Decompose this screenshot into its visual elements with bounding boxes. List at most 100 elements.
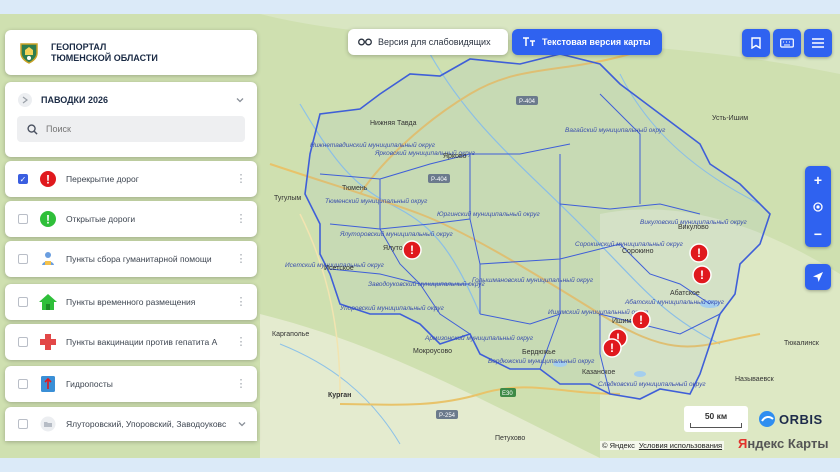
layer-item[interactable]: Пункты сбора гуманитарной помощи ⋮: [5, 241, 257, 277]
more-vertical-icon[interactable]: ⋮: [235, 296, 247, 308]
city-label: Тугулым: [274, 195, 301, 202]
layer-label: Перекрытие дорог: [66, 174, 139, 184]
district-label: Голышмановский муниципальный округ: [472, 276, 594, 284]
layer-label: Открытые дороги: [66, 214, 136, 224]
road-label: P-404: [519, 99, 536, 105]
more-vertical-icon[interactable]: ⋮: [235, 173, 247, 185]
chevron-down-icon[interactable]: [235, 95, 245, 105]
chevron-down-icon[interactable]: [237, 419, 247, 429]
layer-group-select[interactable]: ПАВОДКИ 2026: [17, 90, 245, 110]
more-vertical-icon[interactable]: ⋮: [235, 213, 247, 225]
layer-label: Пункты временного размещения: [66, 297, 196, 307]
glasses-icon: [358, 38, 372, 46]
layer-item[interactable]: Ялуторовский, Упоровский, Заводоуковс: [5, 407, 257, 441]
city-label: Петухово: [495, 435, 525, 442]
text-version-button[interactable]: Текстовая версия карты: [512, 29, 662, 55]
low-vision-button[interactable]: Версия для слабовидящих: [348, 29, 508, 55]
orbis-brand: ORBIS: [779, 411, 823, 427]
map-frame[interactable]: Нижнетавдинский муниципальный округ Ярко…: [0, 14, 840, 458]
orbis-mark-icon: [759, 411, 775, 427]
portal-title-line2: ТЮМЕНСКОЙ ОБЛАСТИ: [51, 52, 158, 63]
road-closure-marker[interactable]: !: [602, 338, 622, 358]
text-size-icon: [523, 37, 535, 46]
road-closure-marker[interactable]: !: [689, 243, 709, 263]
city-label: Сорокино: [622, 248, 654, 255]
district-label: Нижнетавдинский муниципальный округ: [310, 141, 436, 149]
book-icon: [751, 37, 761, 49]
layer-item[interactable]: Пункты временного размещения ⋮: [5, 284, 257, 320]
red-exclamation-icon: !: [38, 169, 58, 189]
city-label: Ишим: [612, 318, 632, 325]
navigate-button[interactable]: [805, 264, 831, 290]
locate-button[interactable]: [805, 193, 831, 220]
svg-text:!: !: [639, 313, 643, 327]
keyboard-button[interactable]: [773, 29, 801, 57]
layer-checkbox[interactable]: [18, 254, 28, 264]
menu-button[interactable]: [804, 29, 832, 57]
search-icon: [27, 123, 38, 135]
layer-checkbox[interactable]: [18, 379, 28, 389]
district-label: Сорокинский муниципальный округ: [575, 240, 684, 248]
svg-text:!: !: [700, 268, 704, 282]
menu-icon: [812, 38, 824, 48]
text-version-label: Текстовая версия карты: [542, 37, 651, 47]
city-label: Усть-Ишим: [712, 115, 748, 122]
layer-label: Ялуторовский, Упоровский, Заводоуковс: [66, 419, 227, 429]
portal-title-line1: ГЕОПОРТАЛ: [51, 41, 107, 52]
search-field[interactable]: [17, 116, 245, 142]
zoom-in-button[interactable]: +: [805, 166, 831, 193]
road-closure-marker[interactable]: !: [631, 310, 651, 330]
road-label: P-404: [431, 177, 448, 183]
district-label: Упоровский муниципальный округ: [339, 304, 445, 312]
keyboard-icon: [780, 38, 794, 48]
more-vertical-icon[interactable]: ⋮: [235, 253, 247, 265]
layer-label: Пункты сбора гуманитарной помощи: [66, 254, 212, 264]
city-label: Каргаполье: [272, 331, 309, 338]
district-label: Сладковский муниципальный округ: [598, 380, 706, 388]
yandex-logo-letter: Я: [738, 436, 748, 451]
district-label: Абатский муниципальный округ: [624, 298, 725, 306]
layer-item[interactable]: ✓ ! Перекрытие дорог ⋮: [5, 161, 257, 197]
layer-checkbox[interactable]: [18, 297, 28, 307]
more-vertical-icon[interactable]: ⋮: [235, 378, 247, 390]
scale-label: 50 км: [704, 411, 728, 421]
svg-text:!: !: [697, 246, 701, 260]
portal-header[interactable]: ГЕОПОРТАЛ ТЮМЕНСКОЙ ОБЛАСТИ: [5, 30, 257, 75]
district-label: Вагайский муниципальный округ: [565, 126, 666, 134]
green-exclamation-icon: !: [38, 209, 58, 229]
road-label: P-254: [439, 413, 456, 419]
district-label: Армизонский муниципальный округ: [424, 334, 534, 342]
city-label: Казанское: [582, 369, 615, 376]
city-label: Тюкалинск: [784, 340, 820, 347]
target-icon: [813, 201, 823, 212]
layer-checkbox[interactable]: ✓: [18, 174, 28, 184]
orbis-logo: ORBIS: [758, 410, 823, 428]
road-closure-marker[interactable]: !: [402, 240, 422, 260]
svg-text:!: !: [410, 243, 414, 257]
layer-checkbox[interactable]: [18, 337, 28, 347]
district-label: Ялуторовский муниципальный округ: [339, 230, 454, 238]
zoom-out-button[interactable]: −: [805, 220, 831, 247]
folder-icon: [38, 414, 58, 434]
district-label: Бердюжский муниципальный округ: [488, 357, 595, 365]
low-vision-label: Версия для слабовидящих: [378, 37, 491, 47]
road-closure-marker[interactable]: !: [692, 265, 712, 285]
city-label: Мокроусово: [413, 348, 452, 355]
layer-item[interactable]: Гидропосты ⋮: [5, 366, 257, 402]
layer-group-name: ПАВОДКИ 2026: [41, 95, 109, 105]
bookmark-button[interactable]: [742, 29, 770, 57]
layer-item[interactable]: ! Открытые дороги ⋮: [5, 201, 257, 237]
svg-text:!: !: [610, 341, 614, 355]
search-input[interactable]: [46, 124, 216, 134]
terms-link[interactable]: Условия использования: [639, 441, 722, 450]
district-label: Юргинский муниципальный округ: [437, 210, 540, 218]
layer-checkbox[interactable]: [18, 214, 28, 224]
road-label: E30: [502, 391, 513, 397]
layer-group-icon: [18, 93, 32, 107]
layer-item[interactable]: Пункты вакцинации против гепатита А ⋮: [5, 324, 257, 360]
layer-checkbox[interactable]: [18, 419, 28, 429]
city-label: Исетское: [324, 265, 354, 272]
layer-group-panel: ПАВОДКИ 2026: [5, 82, 257, 157]
more-vertical-icon[interactable]: ⋮: [235, 336, 247, 348]
district-label: Тюменский муниципальный округ: [325, 197, 428, 205]
